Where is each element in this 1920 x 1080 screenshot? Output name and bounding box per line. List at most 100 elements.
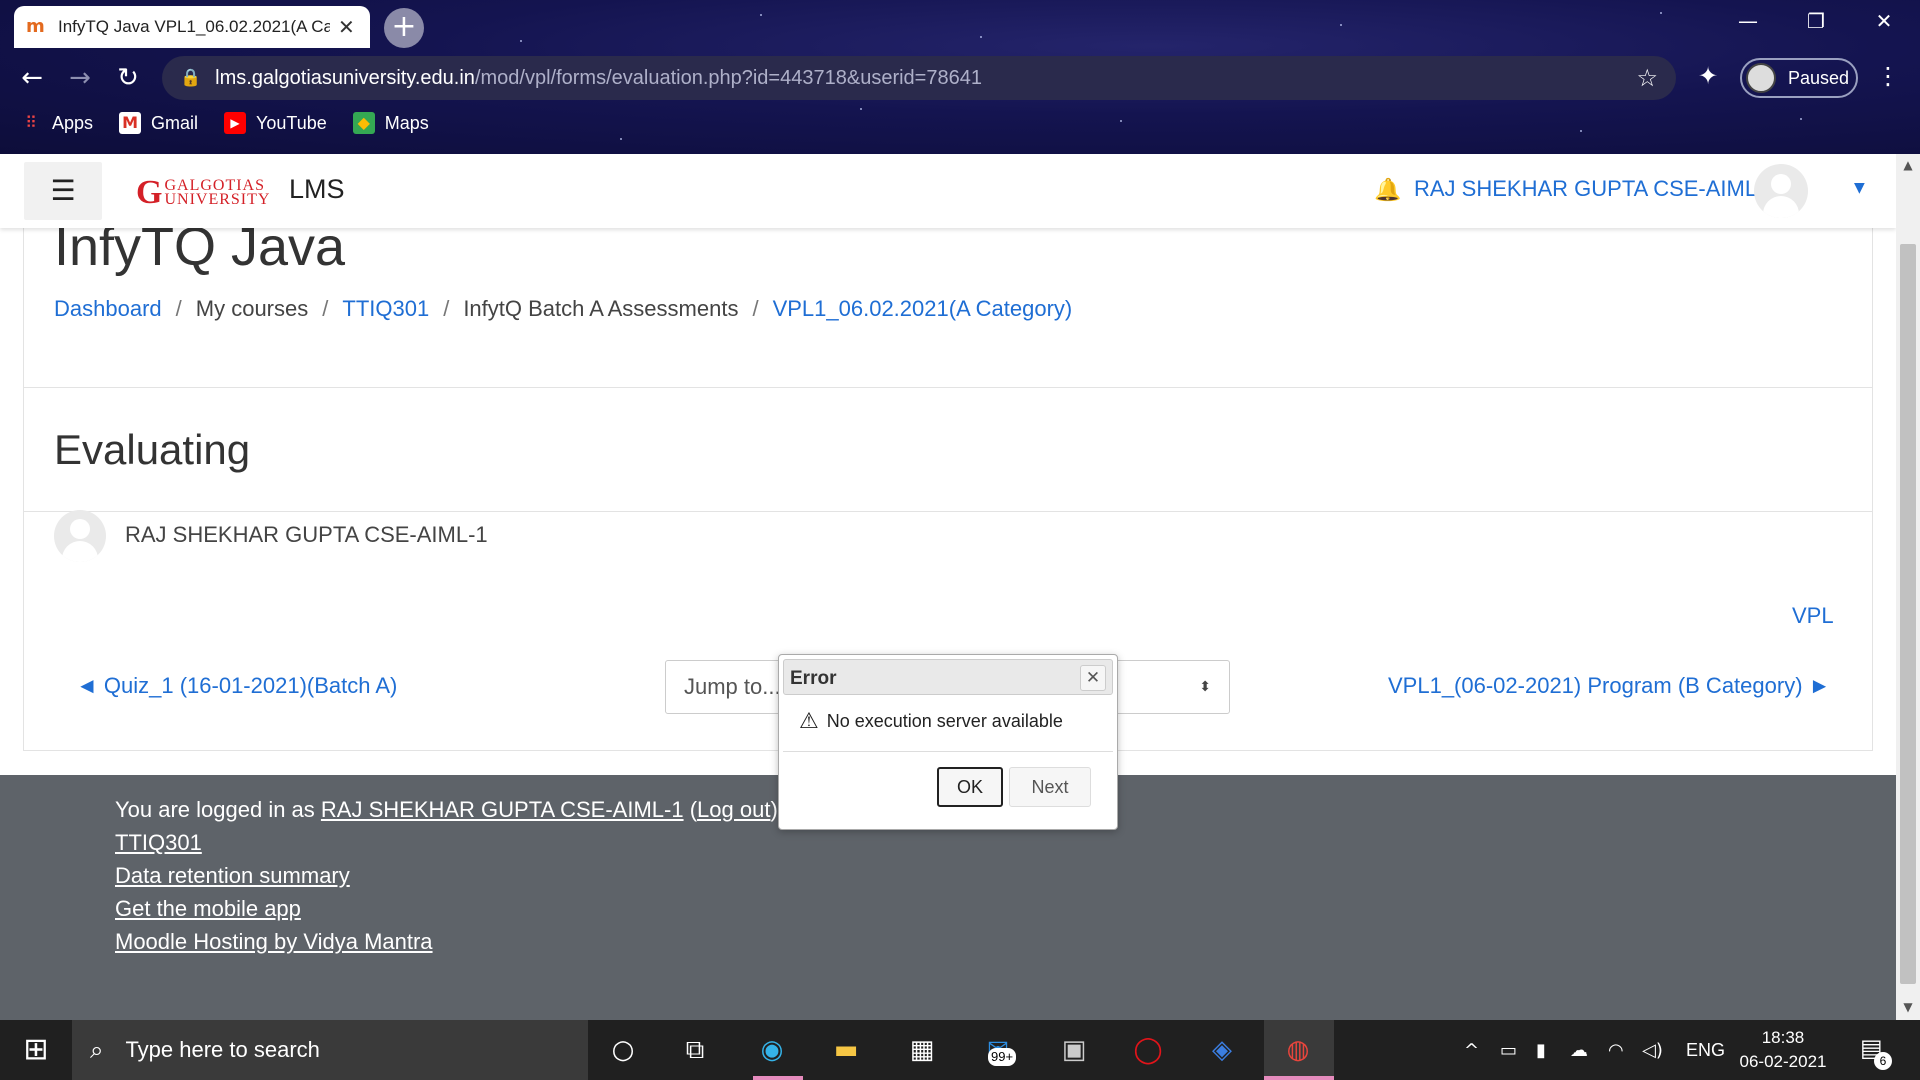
dialog-message-text: No execution server available: [826, 711, 1063, 731]
scroll-up-icon[interactable]: ▲: [1896, 158, 1920, 172]
previous-activity-link[interactable]: ◄ Quiz_1 (16-01-2021)(Batch A): [76, 673, 397, 699]
breadcrumb-course[interactable]: TTIQ301: [342, 296, 429, 322]
star-decoration: [1580, 130, 1582, 132]
edge-running-indicator: [753, 1076, 803, 1080]
bookmark-youtube[interactable]: ▶ YouTube: [224, 112, 327, 134]
edge-icon[interactable]: ◉: [752, 1030, 792, 1070]
student-avatar[interactable]: [54, 510, 106, 562]
minimize-button[interactable]: —: [1720, 6, 1776, 36]
extensions-puzzle-icon[interactable]: ✦: [1698, 62, 1718, 90]
star-decoration: [1340, 24, 1342, 26]
breadcrumb-activity[interactable]: VPL1_06.02.2021(A Category): [773, 296, 1073, 322]
bookmark-gmail[interactable]: M Gmail: [119, 112, 198, 134]
system-clock[interactable]: 18:38 06-02-2021: [1736, 1026, 1830, 1074]
task-view-icon[interactable]: ⧉: [675, 1030, 715, 1070]
forward-button[interactable]: →: [62, 62, 98, 94]
language-indicator[interactable]: ENG: [1686, 1040, 1725, 1061]
vpl-link[interactable]: VPL: [1792, 603, 1834, 629]
wifi-icon[interactable]: ◠: [1608, 1040, 1624, 1061]
star-decoration: [1800, 118, 1802, 120]
breadcrumb-separator: /: [322, 296, 329, 321]
cortana-icon[interactable]: ○: [603, 1030, 643, 1070]
close-icon[interactable]: ✕: [1080, 665, 1106, 691]
windows-taskbar: ⊞ ⌕ Type here to search ○ ⧉ ◉ ▬ ▦ ✉ 99+ …: [0, 1020, 1920, 1080]
dialog-titlebar[interactable]: Error ✕: [783, 659, 1113, 695]
scroll-thumb[interactable]: [1900, 244, 1916, 984]
next-activity-link[interactable]: VPL1_(06-02-2021) Program (B Category) ►: [1388, 673, 1830, 699]
close-window-button[interactable]: ✕: [1856, 6, 1912, 36]
hosting-link[interactable]: Moodle Hosting by Vidya Mantra: [115, 929, 433, 954]
search-placeholder: Type here to search: [125, 1037, 320, 1062]
footer-course-link[interactable]: TTIQ301: [115, 830, 202, 855]
bookmark-star-icon[interactable]: ☆: [1636, 64, 1658, 92]
profile-avatar: [1746, 63, 1776, 93]
next-button[interactable]: Next: [1009, 767, 1091, 807]
security-app-icon[interactable]: ◈: [1202, 1030, 1242, 1070]
meet-now-icon[interactable]: ▭: [1500, 1040, 1517, 1061]
store-icon[interactable]: ▦: [902, 1030, 942, 1070]
logo-mark: G: [136, 174, 163, 211]
chevron-down-icon[interactable]: ▼: [1854, 180, 1865, 196]
windows-start-icon[interactable]: ⊞: [0, 1020, 72, 1080]
new-tab-button[interactable]: +: [384, 8, 424, 48]
search-icon: ⌕: [90, 1036, 104, 1064]
breadcrumb-separator: /: [175, 296, 182, 321]
bookmark-apps[interactable]: ⠿ Apps: [20, 112, 93, 134]
browser-tab-active[interactable]: m InfyTQ Java VPL1_06.02.2021(A Category…: [14, 6, 370, 48]
notification-count-badge: 6: [1874, 1052, 1892, 1070]
star-decoration: [980, 36, 982, 38]
user-menu-name[interactable]: RAJ SHEKHAR GUPTA CSE-AIML-1: [1414, 176, 1777, 202]
page-scrollbar[interactable]: ▲ ▼: [1896, 154, 1920, 1020]
dialog-title: Error: [790, 668, 837, 689]
back-button[interactable]: ←: [14, 62, 50, 94]
volume-icon[interactable]: ◁): [1642, 1040, 1663, 1061]
restore-button[interactable]: ❐: [1788, 6, 1844, 36]
scroll-down-icon[interactable]: ▼: [1896, 1000, 1920, 1014]
bookmark-label: Apps: [52, 112, 94, 133]
logo-text: GALGOTIAS UNIVERSITY: [164, 177, 271, 208]
star-decoration: [620, 138, 622, 140]
mail-badge: 99+: [988, 1048, 1017, 1066]
youtube-icon: ▶: [224, 112, 247, 134]
moodle-favicon-icon: m: [26, 16, 45, 37]
page-title: Evaluating: [54, 426, 251, 473]
app-icon[interactable]: ▣: [1054, 1030, 1094, 1070]
clock-date: 06-02-2021: [1739, 1052, 1827, 1071]
bookmark-label: Maps: [384, 112, 429, 133]
university-logo[interactable]: G GALGOTIAS UNIVERSITY: [136, 174, 274, 212]
show-hidden-icons-icon[interactable]: ^: [1464, 1040, 1479, 1061]
student-name: RAJ SHEKHAR GUPTA CSE-AIML-1: [125, 522, 488, 547]
clock-time: 18:38: [1761, 1028, 1805, 1047]
breadcrumb-dashboard[interactable]: Dashboard: [54, 296, 162, 322]
breadcrumb-separator: /: [443, 296, 450, 321]
bookmark-label: Gmail: [151, 112, 199, 133]
mobile-app-link[interactable]: Get the mobile app: [115, 896, 301, 921]
footer-user-link[interactable]: RAJ SHEKHAR GUPTA CSE-AIML-1: [321, 797, 684, 822]
tab-close-icon[interactable]: ✕: [338, 15, 355, 39]
chrome-icon[interactable]: ◍: [1278, 1030, 1318, 1070]
reload-button[interactable]: ↻: [110, 62, 146, 94]
bookmark-maps[interactable]: ◆ Maps: [352, 112, 429, 134]
opera-icon[interactable]: ◯: [1128, 1030, 1168, 1070]
browser-chrome: m InfyTQ Java VPL1_06.02.2021(A Category…: [0, 0, 1920, 154]
url-path: /mod/vpl/forms/evaluation.php?id=443718&…: [474, 66, 982, 89]
file-explorer-icon[interactable]: ▬: [826, 1030, 866, 1070]
jump-to-label: Jump to...: [684, 674, 781, 699]
logout-link[interactable]: Log out: [697, 797, 770, 822]
notification-bell-icon[interactable]: 🔔: [1374, 178, 1401, 203]
address-bar[interactable]: 🔒 lms.galgotiasuniversity.edu.in /mod/vp…: [162, 56, 1676, 100]
user-avatar[interactable]: [1754, 164, 1808, 218]
hamburger-menu-icon[interactable]: ☰: [24, 162, 102, 220]
dialog-divider: [783, 751, 1113, 752]
battery-icon[interactable]: ▮: [1536, 1040, 1546, 1061]
taskbar-search[interactable]: ⌕ Type here to search: [72, 1020, 588, 1080]
maps-icon: ◆: [352, 112, 375, 134]
profile-button[interactable]: Paused: [1740, 58, 1858, 98]
bookmarks-bar: ⠿ Apps M Gmail ▶ YouTube ◆ Maps: [20, 112, 429, 134]
data-retention-link[interactable]: Data retention summary: [115, 863, 350, 888]
onedrive-icon[interactable]: ☁: [1570, 1040, 1588, 1061]
star-decoration: [1660, 12, 1662, 14]
warning-icon: ⚠: [799, 709, 819, 734]
browser-menu-icon[interactable]: ⋮: [1876, 62, 1900, 90]
ok-button[interactable]: OK: [937, 767, 1003, 807]
